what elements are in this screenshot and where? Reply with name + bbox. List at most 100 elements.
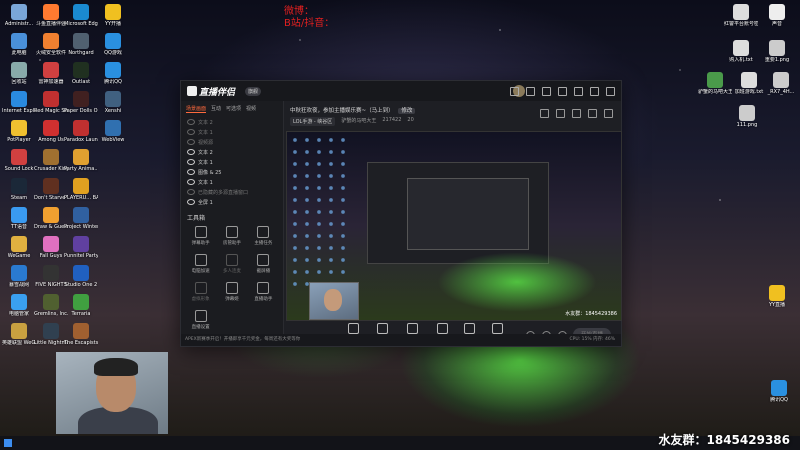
desktop-icon[interactable]: Steam: [2, 178, 36, 201]
desktop-icon[interactable]: 腾讯QQ: [762, 380, 796, 403]
desktop-icon[interactable]: Sound Lock: [2, 149, 36, 172]
toolbox-item[interactable]: 弹幕助手: [185, 226, 216, 246]
toolbox-item[interactable]: 直播设置: [185, 310, 216, 330]
visibility-eye-icon[interactable]: [187, 189, 195, 195]
desktop-icon[interactable]: QQ游戏: [96, 33, 130, 56]
source-item[interactable]: 文本 1: [181, 127, 283, 137]
desktop-icon[interactable]: 回收站: [2, 62, 36, 85]
status-announcement[interactable]: APEX新赛季开启！开播即享千元奖金，每周还有大奖等你: [185, 334, 300, 346]
desktop-icon[interactable]: Administr...: [2, 4, 36, 27]
desktop-icon[interactable]: 电脑管家: [2, 294, 36, 317]
toolbox-item[interactable]: 电脑加速: [185, 254, 216, 274]
lock-icon[interactable]: [588, 109, 597, 118]
desktop-icon[interactable]: 购入机.txt: [724, 40, 758, 63]
desktop-icon[interactable]: 声音: [760, 4, 794, 27]
menu-icon[interactable]: [558, 87, 567, 96]
desktop-icon[interactable]: Outlast: [64, 62, 98, 85]
share-icon[interactable]: [556, 109, 565, 118]
desktop-icon[interactable]: Internet Explorer: [2, 91, 36, 114]
stream-preview[interactable]: 水友群：1845429386: [286, 131, 622, 321]
toolbox-item[interactable]: 弹幕姬: [216, 282, 247, 302]
toolbox-item[interactable]: 虚拟形象: [185, 282, 216, 302]
source-item[interactable]: 全屏 1: [181, 197, 283, 207]
tab-video[interactable]: 视频: [246, 105, 256, 113]
edit-title-button[interactable]: 修改: [398, 108, 416, 114]
gift-icon[interactable]: [540, 109, 549, 118]
tab-interact[interactable]: 互动: [211, 105, 221, 113]
desktop-icon[interactable]: 加班游戏.txt: [732, 72, 766, 95]
maximize-icon[interactable]: [590, 87, 599, 96]
settings-icon[interactable]: [526, 87, 535, 96]
source-item[interactable]: 图像 & 25: [181, 167, 283, 177]
message-icon[interactable]: [510, 87, 519, 96]
desktop-icon[interactable]: Project Winter: [64, 207, 98, 230]
source-item[interactable]: 已隐藏的多源直播窗口: [181, 187, 283, 197]
desktop-icon[interactable]: Studio One 2: [64, 265, 98, 288]
desktop-icon[interactable]: Terraria: [64, 294, 98, 317]
visibility-eye-icon[interactable]: [187, 199, 195, 205]
desktop-icon[interactable]: TT语音: [2, 207, 36, 230]
skin-icon[interactable]: [542, 87, 551, 96]
version-badge[interactable]: 旗舰: [245, 87, 262, 96]
visibility-eye-icon[interactable]: [187, 119, 195, 125]
desktop-icon[interactable]: 雷神加速器: [34, 62, 68, 85]
toolbox-item[interactable]: 主播任务: [248, 226, 279, 246]
desktop-icon[interactable]: 111.png: [730, 105, 764, 128]
toolbox-item[interactable]: 截屏播: [248, 254, 279, 274]
desktop-icon[interactable]: Party Anima...: [64, 149, 98, 172]
desktop-icon[interactable]: Draw & Guess: [34, 207, 68, 230]
tab-options[interactable]: 可选项: [226, 105, 241, 113]
more-icon[interactable]: [604, 109, 613, 118]
desktop-icon[interactable]: Microsoft Edge: [64, 4, 98, 27]
desktop-icon[interactable]: YY开播: [96, 4, 130, 27]
visibility-eye-icon[interactable]: [187, 129, 195, 135]
desktop-icon[interactable]: YY直播: [760, 285, 794, 308]
tab-scene[interactable]: 场景画面: [186, 105, 207, 113]
desktop-icon[interactable]: Fall Guys: [34, 236, 68, 259]
desktop-icon[interactable]: Xenshi: [96, 91, 130, 114]
desktop-icon[interactable]: Punnitel Party: [64, 236, 98, 259]
visibility-eye-icon[interactable]: [187, 159, 195, 165]
desktop-icon[interactable]: 英雄联盟 WeGame版: [2, 323, 36, 346]
desktop-icon[interactable]: 斗鱼直播伴侣: [34, 4, 68, 27]
visibility-eye-icon[interactable]: [187, 179, 195, 185]
source-item[interactable]: 文本 1: [181, 177, 283, 187]
desktop-icon[interactable]: PLAYERU... BATTLEGR...: [64, 178, 98, 201]
desktop-icon[interactable]: Northgard: [64, 33, 98, 56]
desktop-icon[interactable]: PotPlayer: [2, 120, 36, 143]
desktop-icon[interactable]: _RX7_4H...: [764, 72, 798, 95]
desktop-icon[interactable]: WebView: [96, 120, 130, 143]
desktop-icon[interactable]: 暴雪战网: [2, 265, 36, 288]
source-item[interactable]: 文本 2: [181, 147, 283, 157]
source-item[interactable]: 文本 2: [181, 117, 283, 127]
desktop-icon[interactable]: Gremlins, Inc.: [34, 294, 68, 317]
desktop-icon[interactable]: Among Us: [34, 120, 68, 143]
desktop-icon[interactable]: Paper Dolls Original: [64, 91, 98, 114]
desktop-icon[interactable]: Paradox Launcher v2: [64, 120, 98, 143]
desktop-icon[interactable]: 腾讯QQ: [96, 62, 130, 85]
desktop-icon[interactable]: The Escapists: [64, 323, 98, 346]
desktop-icon[interactable]: WeGame: [2, 236, 36, 259]
desktop-icon[interactable]: 此电脑: [2, 33, 36, 56]
windows-start-icon[interactable]: [4, 439, 12, 447]
room-category[interactable]: LOL手游 - 峡谷区: [290, 117, 336, 126]
desktop-icon[interactable]: FIVE NIGHTS: [34, 265, 68, 288]
visibility-eye-icon[interactable]: [187, 169, 195, 175]
toolbox-item[interactable]: 多人连麦: [216, 254, 247, 274]
desktop-icon[interactable]: 火绒安全软件: [34, 33, 68, 56]
toolbox-item[interactable]: 房管助手: [216, 226, 247, 246]
notify-icon[interactable]: [572, 109, 581, 118]
close-icon[interactable]: [606, 87, 615, 96]
desktop-icon[interactable]: 红警平台账号密码.txt: [724, 4, 758, 27]
toolbox-item[interactable]: 直播助手: [248, 282, 279, 302]
visibility-eye-icon[interactable]: [187, 149, 195, 155]
source-item[interactable]: 文本 1: [181, 157, 283, 167]
desktop-icon[interactable]: Red Magic Studio: [34, 91, 68, 114]
visibility-eye-icon[interactable]: [187, 139, 195, 145]
desktop-icon[interactable]: 重要1.png: [760, 40, 794, 63]
minimize-icon[interactable]: [574, 87, 583, 96]
source-item[interactable]: 视频源: [181, 137, 283, 147]
desktop-icon[interactable]: Don't Starve Together: [34, 178, 68, 201]
desktop-icon[interactable]: Little Nightmares: [34, 323, 68, 346]
desktop-icon[interactable]: 驴蟹的马吧大王 表情包: [698, 72, 732, 95]
